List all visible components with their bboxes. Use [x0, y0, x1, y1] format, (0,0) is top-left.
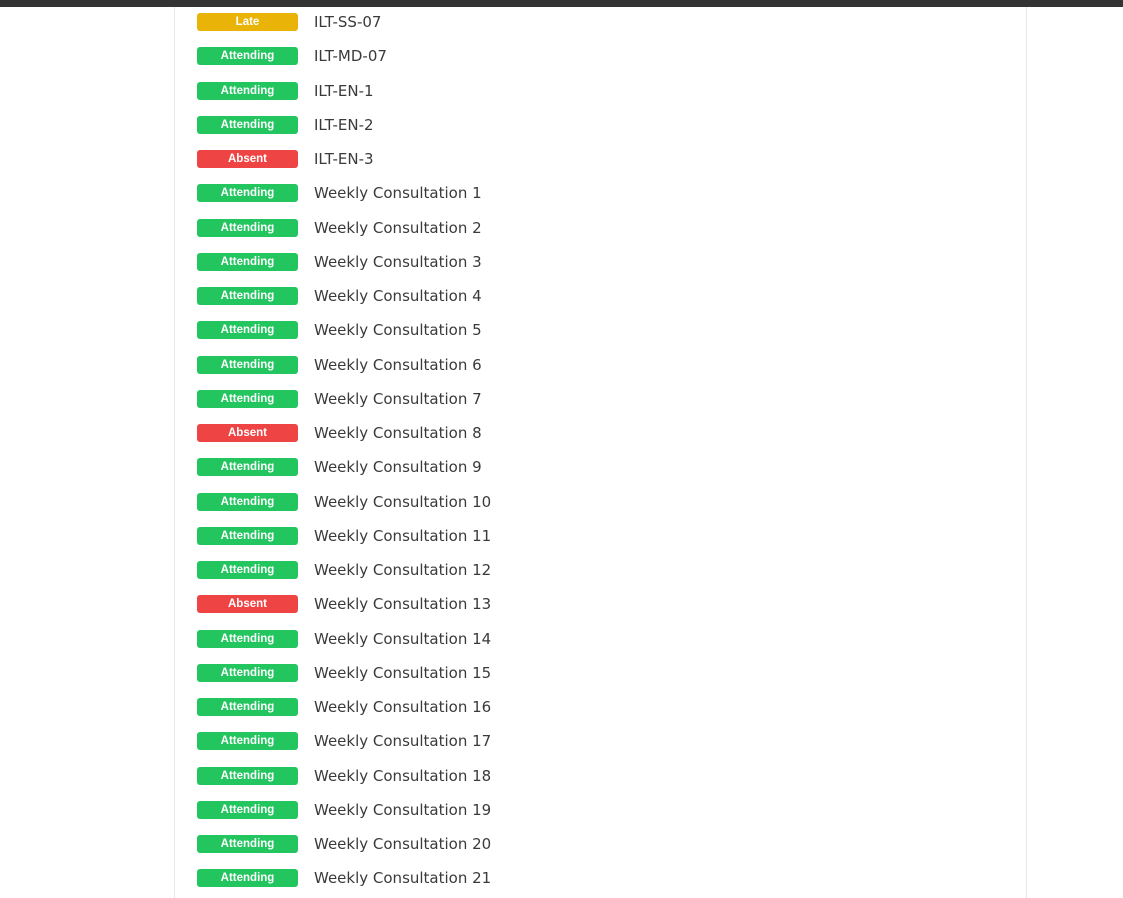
- status-badge: Attending: [197, 458, 298, 477]
- status-badge: Attending: [197, 355, 298, 374]
- status-badge: Attending: [197, 663, 298, 682]
- session-name: Weekly Consultation 12: [314, 561, 492, 579]
- table-row: Attending Weekly Consultation 21: [175, 861, 1026, 895]
- status-badge: Attending: [197, 561, 298, 579]
- table-row: Attending Weekly Consultation 10: [175, 485, 1026, 519]
- table-row: Attending Weekly Consultation 9: [175, 450, 1026, 484]
- session-name: ILT-EN-1: [314, 81, 374, 100]
- session-name: Weekly Consultation 17: [314, 732, 492, 751]
- session-name: Weekly Consultation 19: [314, 800, 492, 819]
- table-row: Attending Weekly Consultation 5: [175, 313, 1026, 347]
- session-name: Weekly Consultation 1: [314, 184, 482, 203]
- status-badge: Attending: [197, 389, 298, 408]
- table-row: Attending Weekly Consultation 11: [175, 519, 1026, 553]
- status-badge: Attending: [197, 698, 298, 716]
- session-name: Weekly Consultation 7: [314, 389, 482, 408]
- session-name: Weekly Consultation 5: [314, 321, 482, 340]
- table-row: Attending Weekly Consultation 6: [175, 348, 1026, 382]
- session-name: Weekly Consultation 11: [314, 526, 492, 545]
- table-row: Attending Weekly Consultation 18: [175, 759, 1026, 793]
- table-row: Attending Weekly Consultation 1: [175, 176, 1026, 210]
- session-name: ILT-SS-07: [314, 13, 382, 31]
- status-badge: Attending: [197, 732, 298, 751]
- status-badge: Absent: [197, 150, 298, 168]
- table-row: Absent Weekly Consultation 13: [175, 587, 1026, 621]
- status-badge: Attending: [197, 835, 298, 853]
- status-badge: Attending: [197, 629, 298, 648]
- session-name: Weekly Consultation 2: [314, 218, 482, 237]
- table-row: Late ILT-SS-07: [175, 5, 1026, 39]
- table-row: Attending ILT-EN-2: [175, 108, 1026, 142]
- session-name: Weekly Consultation 4: [314, 287, 482, 305]
- status-badge: Attending: [197, 766, 298, 785]
- session-name: Weekly Consultation 13: [314, 595, 492, 614]
- table-row: Attending Weekly Consultation 20: [175, 827, 1026, 861]
- table-row: Attending Weekly Consultation 17: [175, 724, 1026, 758]
- session-name: Weekly Consultation 10: [314, 492, 492, 511]
- table-row: Attending Weekly Consultation 12: [175, 553, 1026, 587]
- table-row: Attending ILT-MD-07: [175, 39, 1026, 73]
- status-badge: Attending: [197, 287, 298, 305]
- status-badge: Attending: [197, 321, 298, 340]
- status-badge: Attending: [197, 869, 298, 888]
- status-badge: Attending: [197, 184, 298, 203]
- session-name: Weekly Consultation 9: [314, 458, 482, 477]
- table-row: Absent Weekly Consultation 8: [175, 416, 1026, 450]
- session-name: ILT-MD-07: [314, 47, 387, 66]
- status-badge: Attending: [197, 47, 298, 66]
- session-name: Weekly Consultation 6: [314, 355, 482, 374]
- table-row: Attending Weekly Consultation 19: [175, 793, 1026, 827]
- status-badge: Attending: [197, 81, 298, 100]
- table-row: Attending Weekly Consultation 7: [175, 382, 1026, 416]
- status-badge: Attending: [197, 800, 298, 819]
- status-badge: Attending: [197, 252, 298, 271]
- table-row: Attending Weekly Consultation 3: [175, 245, 1026, 279]
- status-badge: Absent: [197, 424, 298, 442]
- status-badge: Attending: [197, 115, 298, 134]
- session-name: ILT-EN-2: [314, 115, 374, 134]
- status-badge: Absent: [197, 595, 298, 614]
- attendance-panel: Late ILT-SS-07 Attending ILT-MD-07 Attending…: [174, 7, 1027, 898]
- session-name: Weekly Consultation 8: [314, 424, 482, 442]
- session-name: Weekly Consultation 20: [314, 835, 492, 853]
- session-name: Weekly Consultation 15: [314, 663, 492, 682]
- table-row: Attending Weekly Consultation 4: [175, 279, 1026, 313]
- status-badge: Late: [197, 13, 298, 31]
- table-row: Attending Weekly Consultation 14: [175, 622, 1026, 656]
- status-badge: Attending: [197, 526, 298, 545]
- status-badge: Attending: [197, 492, 298, 511]
- table-row: Attending Weekly Consultation 15: [175, 656, 1026, 690]
- session-name: Weekly Consultation 16: [314, 698, 492, 716]
- session-name: ILT-EN-3: [314, 150, 374, 168]
- table-row: Absent ILT-EN-3: [175, 142, 1026, 176]
- table-row: Attending Weekly Consultation 16: [175, 690, 1026, 724]
- session-name: Weekly Consultation 14: [314, 629, 492, 648]
- table-row: Attending Weekly Consultation 2: [175, 211, 1026, 245]
- table-row: Attending ILT-EN-1: [175, 74, 1026, 108]
- status-badge: Attending: [197, 218, 298, 237]
- session-name: Weekly Consultation 3: [314, 252, 482, 271]
- session-name: Weekly Consultation 21: [314, 869, 492, 888]
- session-name: Weekly Consultation 18: [314, 766, 492, 785]
